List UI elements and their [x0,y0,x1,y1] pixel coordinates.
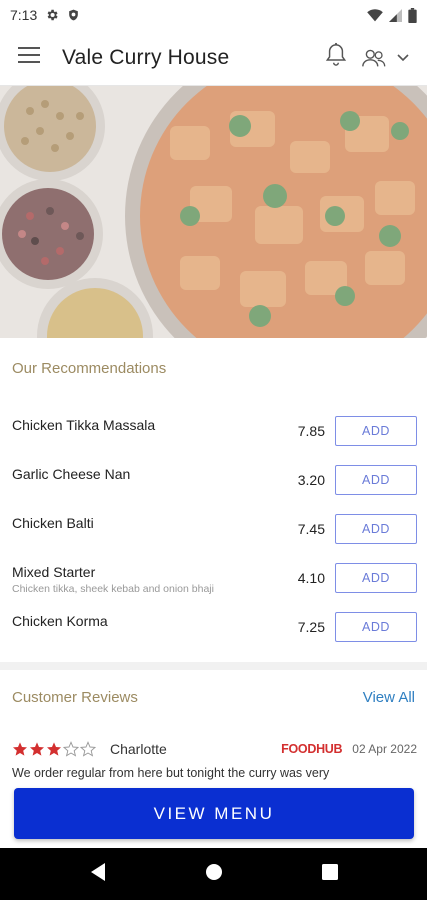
star-filled-icon [30,742,44,756]
app-bar: Vale Curry House [0,30,427,86]
bell-icon[interactable] [325,42,347,73]
dish-name: Chicken Korma [12,613,108,629]
chevron-down-icon[interactable] [397,49,409,67]
dish-name: Mixed Starter [12,564,96,580]
section-divider [0,662,427,670]
view-menu-button[interactable]: VIEW MENU [14,788,414,839]
dish-price: 7.45 [297,521,325,537]
star-filled-icon [47,742,61,756]
dish-price: 4.10 [297,570,325,586]
hero-food-image [0,86,427,338]
star-rating [12,741,96,757]
review-text: We order regular from here but tonight t… [12,766,330,780]
star-empty-icon [63,741,79,757]
system-nav-bar [0,848,427,900]
star-filled-icon [13,742,27,756]
gear-icon [45,8,59,22]
dish-price: 3.20 [297,472,325,488]
list-item: Chicken Korma 7.25 ADD [0,601,427,650]
dish-price: 7.85 [297,423,325,439]
dish-name: Garlic Cheese Nan [12,466,131,482]
dish-description: Chicken tikka, sheek kebab and onion bha… [12,583,214,595]
battery-icon [408,7,417,23]
recommendations-title: Our Recommendations [12,360,167,377]
list-item: Garlic Cheese Nan 3.20 ADD [0,454,427,503]
list-item: Mixed Starter Chicken tikka, sheek kebab… [0,552,427,601]
add-button[interactable]: ADD [335,563,417,593]
recommendations-list: Chicken Tikka Massala 7.85 ADD Garlic Ch… [0,405,427,650]
review-header: Charlotte FOODHUB 02 Apr 2022 [12,738,417,760]
signal-icon [389,8,402,22]
reviews-title: Customer Reviews [12,689,138,706]
review-source-logo: FOODHUB [281,742,343,756]
list-item: Chicken Tikka Massala 7.85 ADD [0,405,427,454]
reviewer-name: Charlotte [110,741,167,757]
view-all-link[interactable]: View All [363,689,415,706]
shield-icon [67,8,80,22]
back-icon[interactable] [89,862,107,887]
dish-name: Chicken Tikka Massala [12,417,156,433]
add-button[interactable]: ADD [335,514,417,544]
list-item: Chicken Balti 7.45 ADD [0,503,427,552]
dish-name: Chicken Balti [12,515,94,531]
add-button[interactable]: ADD [335,465,417,495]
dish-price: 7.25 [297,619,325,635]
users-icon[interactable] [361,48,409,68]
menu-icon[interactable] [18,46,40,69]
star-empty-icon [80,741,96,757]
home-icon[interactable] [205,863,223,886]
recents-icon[interactable] [321,863,338,885]
cta-backdrop [0,840,427,848]
wifi-icon [367,8,383,22]
status-time: 7:13 [10,7,38,23]
add-button[interactable]: ADD [335,612,417,642]
app-title: Vale Curry House [62,45,230,69]
add-button[interactable]: ADD [335,416,417,446]
status-bar: 7:13 [0,0,427,30]
review-date: 02 Apr 2022 [352,742,417,756]
